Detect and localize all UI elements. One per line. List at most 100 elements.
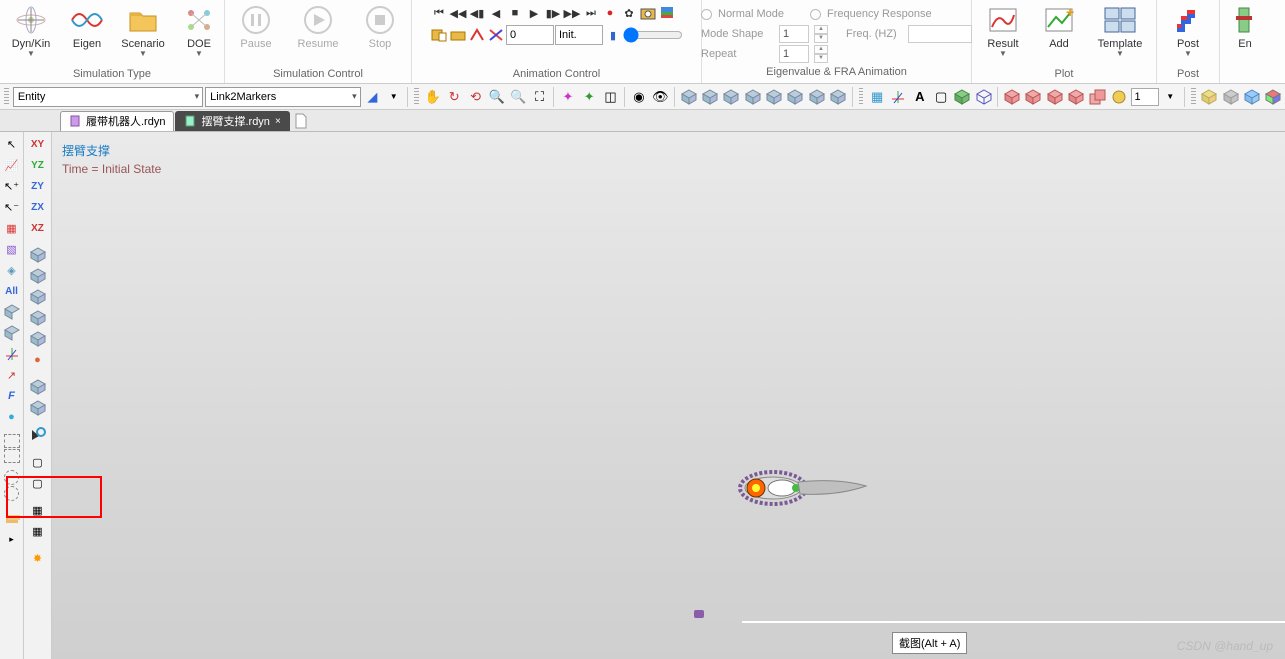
spin-up-icon[interactable]: ▲ — [814, 45, 828, 54]
chevron-right-icon[interactable]: ▸ — [2, 529, 22, 549]
orbit-icon[interactable]: ⟲ — [466, 87, 485, 107]
grid-icon[interactable]: ▦ — [2, 218, 22, 238]
yz-view-button[interactable]: YZ — [28, 155, 48, 175]
grid4-icon[interactable]: ▦ — [28, 521, 48, 541]
sphere-yellow-icon[interactable] — [1109, 87, 1128, 107]
layers-icon[interactable] — [658, 4, 676, 22]
sphere-icon[interactable]: ● — [28, 350, 48, 370]
zy-view-button[interactable]: ZY — [28, 176, 48, 196]
select-box-icon[interactable]: ◫ — [601, 87, 620, 107]
last-frame-icon[interactable]: ⏭ — [582, 4, 600, 22]
layers-icon[interactable] — [2, 508, 22, 528]
scenario-button[interactable]: Scenario ▼ — [112, 0, 174, 66]
zoom-in-icon[interactable]: 🔍 — [487, 87, 506, 107]
cube-icon[interactable] — [2, 302, 22, 322]
view-cube-icon[interactable] — [828, 87, 847, 107]
stop-button[interactable]: Stop — [349, 0, 411, 66]
tool2-icon[interactable] — [449, 26, 467, 44]
square-icon[interactable]: ▢ — [28, 452, 48, 472]
sphere-icon[interactable]: ● — [2, 407, 22, 427]
stop-icon[interactable]: ■ — [506, 4, 524, 22]
cube-red-icon[interactable] — [1045, 87, 1064, 107]
axes-icon[interactable] — [889, 87, 908, 107]
grid-icon[interactable]: ▦ — [867, 87, 886, 107]
cube-blue-icon[interactable] — [1242, 87, 1261, 107]
en-button[interactable]: En — [1220, 0, 1270, 66]
view-cube-icon[interactable] — [700, 87, 719, 107]
cube-icon[interactable] — [28, 377, 48, 397]
axis-icon[interactable]: ✦ — [580, 87, 599, 107]
select-dash-icon[interactable] — [4, 434, 20, 448]
apply-icon[interactable]: ◢ — [363, 87, 382, 107]
view-cube-icon[interactable] — [807, 87, 826, 107]
doe-button[interactable]: DOE ▼ — [174, 0, 224, 66]
eigen-button[interactable]: Eigen — [62, 0, 112, 66]
pointer-icon[interactable]: ↖ — [2, 134, 22, 154]
sphere-icon[interactable]: ◉ — [629, 87, 648, 107]
tab-file-1[interactable]: 履带机器人.rdyn — [60, 111, 174, 131]
diamond-icon[interactable]: ◈ — [2, 260, 22, 280]
tool1-icon[interactable] — [430, 26, 448, 44]
hand-icon[interactable]: ✋ — [423, 87, 442, 107]
dropdown-icon[interactable]: ▼ — [384, 87, 403, 107]
template-button[interactable]: Template ▼ — [1084, 0, 1156, 66]
entity-combo[interactable]: Entity — [13, 87, 203, 107]
first-frame-icon[interactable]: ⏮ — [430, 4, 448, 22]
close-icon[interactable]: × — [275, 116, 281, 127]
cube-icon[interactable] — [2, 323, 22, 343]
view-cube-icon[interactable] — [722, 87, 741, 107]
step-back-icon[interactable]: ◀ — [487, 4, 505, 22]
all-icon[interactable]: All — [2, 281, 22, 301]
view-cube-icon[interactable] — [743, 87, 762, 107]
normal-mode-radio[interactable] — [701, 9, 712, 20]
record-icon[interactable]: ● — [601, 4, 619, 22]
tool3-icon[interactable] — [468, 26, 486, 44]
zx-view-button[interactable]: ZX — [28, 197, 48, 217]
view-cube-icon[interactable] — [764, 87, 783, 107]
frame-input[interactable] — [506, 25, 554, 45]
num-input[interactable] — [1131, 88, 1159, 106]
refresh-pointer-icon[interactable] — [28, 425, 48, 445]
repeat-input[interactable] — [779, 45, 809, 63]
freq-hz-input[interactable] — [908, 25, 972, 43]
axes3d-icon[interactable] — [2, 344, 22, 364]
grip-icon[interactable] — [4, 88, 9, 106]
grip-icon[interactable] — [859, 88, 864, 106]
fit-icon[interactable]: ⛶ — [530, 87, 549, 107]
cube-icon[interactable] — [28, 245, 48, 265]
grip-icon[interactable] — [414, 88, 419, 106]
marker-icon[interactable]: ▮ — [604, 26, 622, 44]
cube-colorful-icon[interactable] — [1264, 87, 1283, 107]
cube-stack-icon[interactable] — [1088, 87, 1107, 107]
cube-gray-icon[interactable] — [1221, 87, 1240, 107]
add-button[interactable]: + Add — [1034, 0, 1084, 66]
box-purple-icon[interactable]: ▧ — [2, 239, 22, 259]
grip-icon[interactable] — [1191, 88, 1196, 106]
square-icon[interactable]: ▢ — [28, 473, 48, 493]
link-combo[interactable]: Link2Markers — [205, 87, 361, 107]
pause-button[interactable]: Pause — [225, 0, 287, 66]
spin-up-icon[interactable]: ▲ — [814, 25, 828, 34]
cube-icon[interactable] — [28, 308, 48, 328]
zoom-out-icon[interactable]: 🔍 — [509, 87, 528, 107]
eye-icon[interactable]: 👁 — [651, 87, 670, 107]
freq-response-radio[interactable] — [810, 9, 821, 20]
anim-slider[interactable] — [623, 27, 683, 43]
remove-pointer-icon[interactable]: ↖⁻ — [2, 197, 22, 217]
center-icon[interactable]: ✦ — [558, 87, 577, 107]
camera-icon[interactable] — [639, 4, 657, 22]
circle-dash-icon[interactable] — [4, 470, 19, 485]
circle-dash-icon[interactable] — [4, 486, 19, 501]
step-back-alt-icon[interactable]: ◀▮ — [468, 4, 486, 22]
add-pointer-icon[interactable]: ↖⁺ — [2, 176, 22, 196]
burst-icon[interactable]: ✸ — [28, 548, 48, 568]
cube-icon[interactable] — [28, 287, 48, 307]
dynkin-button[interactable]: Dyn/Kin ▼ — [0, 0, 62, 66]
cube-red-icon[interactable] — [1066, 87, 1085, 107]
viewport[interactable]: 摆臂支撑 Time = Initial State Y — [52, 132, 1285, 659]
mode-shape-input[interactable] — [779, 25, 809, 43]
text-icon[interactable]: A — [910, 87, 929, 107]
cube-red-icon[interactable] — [1024, 87, 1043, 107]
dropdown-icon[interactable]: ▼ — [1161, 87, 1180, 107]
view-cube-icon[interactable] — [679, 87, 698, 107]
